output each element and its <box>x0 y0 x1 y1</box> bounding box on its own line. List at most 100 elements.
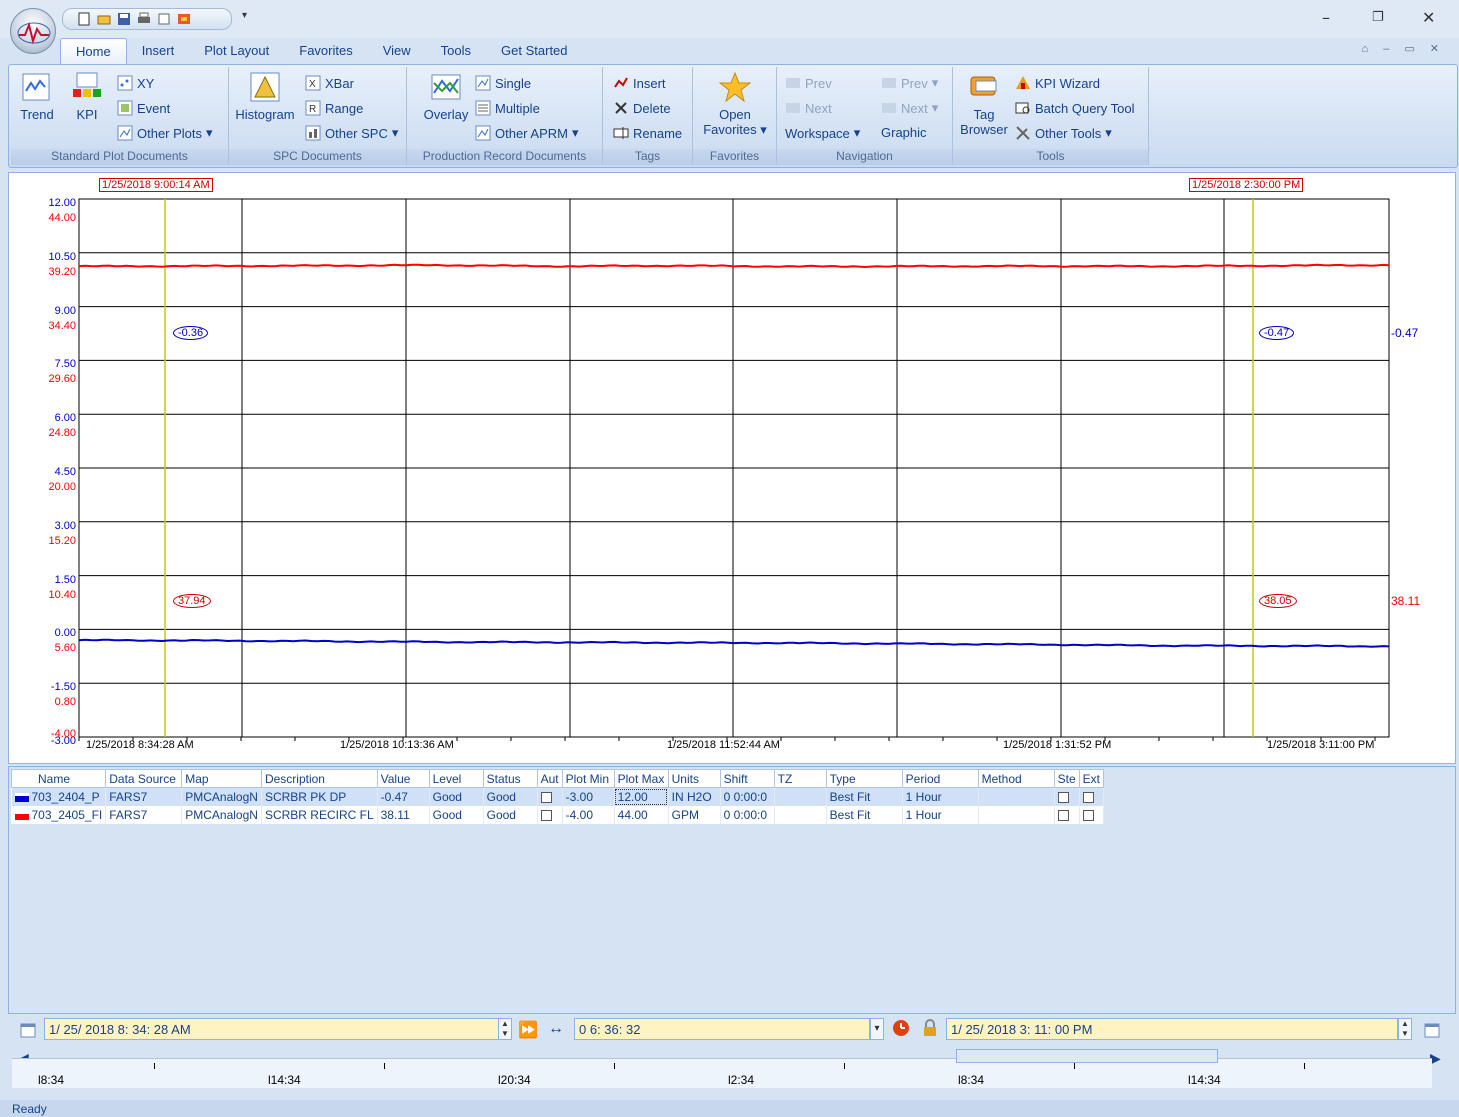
calendar-icon[interactable] <box>1424 1022 1440 1041</box>
minimize-icon[interactable]: – <box>1322 8 1330 27</box>
open-favorites-button[interactable]: Open Favorites ▾ <box>699 71 771 138</box>
ste-cell[interactable] <box>1054 787 1080 806</box>
tab-plot-layout[interactable]: Plot Layout <box>189 38 284 64</box>
tag-browser-button[interactable]: Tag Browser <box>955 71 1013 137</box>
col-description[interactable]: Description <box>260 769 378 788</box>
col-status[interactable]: Status <box>482 769 538 788</box>
start-time-spinner[interactable]: ▲ ▼ <box>498 1018 512 1040</box>
col-level[interactable]: Level <box>428 769 484 788</box>
application-menu-button[interactable] <box>10 8 56 54</box>
plot-max-cell[interactable]: 44.00 <box>614 805 669 824</box>
col-plot-max[interactable]: Plot Max <box>613 769 669 788</box>
print-icon[interactable] <box>137 12 151 26</box>
map-cell[interactable]: PMCAnalogN <box>181 805 262 824</box>
step-checkbox[interactable] <box>1057 809 1069 821</box>
tab-view[interactable]: View <box>368 38 426 64</box>
shift-forward-icon[interactable]: ⏩ <box>518 1020 538 1040</box>
tag-name-cell[interactable]: 703_2404_P <box>11 787 107 806</box>
histogram-button[interactable]: Histogram <box>233 71 297 122</box>
range-button[interactable]: R Range <box>305 100 363 116</box>
auto-checkbox[interactable] <box>540 792 552 804</box>
shift-cell[interactable]: 0 0:00:0 <box>720 787 775 806</box>
expand-span-icon[interactable]: ↔ <box>548 1020 564 1038</box>
save-icon[interactable] <box>117 12 131 26</box>
new-icon[interactable] <box>77 12 91 26</box>
start-time-field[interactable]: 1/ 25/ 2018 8: 34: 28 AM <box>44 1018 500 1040</box>
next-workspace-button[interactable]: Next <box>785 100 832 116</box>
col-tz[interactable]: TZ <box>773 769 827 788</box>
aut-cell[interactable] <box>537 787 563 806</box>
ext-cell[interactable] <box>1079 787 1105 806</box>
tab-insert[interactable]: Insert <box>127 38 190 64</box>
col-method[interactable]: Method <box>977 769 1055 788</box>
workspace-button[interactable]: Workspace ▾ <box>785 125 860 141</box>
method-cell[interactable] <box>978 805 1055 824</box>
overlay-button[interactable]: Overlay <box>421 71 471 122</box>
period-cell[interactable]: 1 Hour <box>902 805 979 824</box>
col-map[interactable]: Map <box>181 769 262 788</box>
trend-button[interactable]: Trend <box>17 71 57 122</box>
time-span-field[interactable]: 0 6: 36: 32 <box>574 1018 870 1040</box>
period-cell[interactable]: 1 Hour <box>902 787 979 806</box>
col-units[interactable]: Units <box>667 769 721 788</box>
col-aut[interactable]: Aut <box>536 769 563 788</box>
method-cell[interactable] <box>978 787 1055 806</box>
col-data-source[interactable]: Data Source <box>105 769 183 788</box>
tag-name-cell[interactable]: 703_2405_FI <box>11 805 107 824</box>
step-checkbox[interactable] <box>1057 792 1069 804</box>
delete-tag-button[interactable]: Delete <box>613 100 671 116</box>
open-icon[interactable] <box>97 12 111 26</box>
restore-icon[interactable]: ❐ <box>1372 10 1384 25</box>
customize-toolbar-dropdown-icon[interactable]: ▾ <box>242 10 247 21</box>
col-type[interactable]: Type <box>825 769 903 788</box>
clock-icon[interactable] <box>892 1019 910 1040</box>
col-ext[interactable]: Ext <box>1078 769 1105 788</box>
type-cell[interactable]: Best Fit <box>826 787 903 806</box>
xbar-button[interactable]: X XBar <box>305 75 354 91</box>
prev-workspace-button[interactable]: Prev <box>785 75 832 91</box>
export-icon[interactable] <box>177 12 191 26</box>
data-source-cell[interactable]: FARS7 <box>105 787 183 806</box>
units-cell[interactable]: IN H2O <box>668 787 721 806</box>
extend-checkbox[interactable] <box>1082 809 1094 821</box>
description-cell[interactable]: SCRBR PK DP <box>261 787 378 806</box>
plot-max-cell[interactable]: 12.00 <box>614 787 669 806</box>
auto-checkbox[interactable] <box>540 809 552 821</box>
end-time-field[interactable]: 1/ 25/ 2018 3: 11: 00 PM <box>946 1018 1398 1040</box>
ste-cell[interactable] <box>1054 805 1080 824</box>
time-window-slider[interactable] <box>956 1049 1218 1063</box>
col-ste[interactable]: Ste <box>1053 769 1080 788</box>
other-spc-button[interactable]: Other SPC ▾ <box>305 125 398 141</box>
aut-cell[interactable] <box>537 805 563 824</box>
single-button[interactable]: Single <box>475 75 531 91</box>
tab-favorites[interactable]: Favorites <box>284 38 367 64</box>
col-name[interactable]: Name <box>10 769 107 788</box>
calendar-icon[interactable] <box>20 1022 36 1041</box>
type-cell[interactable]: Best Fit <box>826 805 903 824</box>
shift-cell[interactable]: 0 0:00:0 <box>720 805 775 824</box>
close-icon[interactable]: ✕ <box>1422 8 1435 27</box>
ribbon-window-controls[interactable]: ⌂ – ▭ ✕ <box>1361 42 1445 55</box>
tab-tools[interactable]: Tools <box>426 38 486 64</box>
properties-icon[interactable] <box>157 12 171 26</box>
trend-plot[interactable]: 1/25/2018 9:00:14 AM 1/25/2018 2:30:00 P… <box>8 172 1456 764</box>
data-source-cell[interactable]: FARS7 <box>105 805 183 824</box>
event-button[interactable]: Event <box>117 100 170 116</box>
other-plots-button[interactable]: Other Plots ▾ <box>117 125 213 141</box>
plot-min-cell[interactable]: -3.00 <box>562 787 615 806</box>
tz-cell[interactable] <box>774 787 827 806</box>
other-tools-button[interactable]: Other Tools ▾ <box>1015 125 1112 141</box>
kpi-wizard-button[interactable]: KPI Wizard <box>1015 75 1100 91</box>
insert-tag-button[interactable]: Insert <box>613 75 666 91</box>
rename-tag-button[interactable]: Rename <box>613 125 682 141</box>
tab-home[interactable]: Home <box>60 38 127 64</box>
map-cell[interactable]: PMCAnalogN <box>181 787 262 806</box>
lock-icon[interactable] <box>922 1019 938 1040</box>
prev-graphic-button[interactable]: Prev ▾ <box>881 75 938 91</box>
units-cell[interactable]: GPM <box>668 805 721 824</box>
xy-button[interactable]: XY <box>117 75 154 91</box>
end-time-spinner[interactable]: ▲ ▼ <box>1398 1018 1412 1040</box>
table-row[interactable]: 703_2405_FI FARS7 PMCAnalogN SCRBR RECIR… <box>11 805 1105 824</box>
batch-query-tool-button[interactable]: Batch Query Tool <box>1015 100 1134 116</box>
table-row[interactable]: 703_2404_P FARS7 PMCAnalogN SCRBR PK DP … <box>11 787 1105 806</box>
